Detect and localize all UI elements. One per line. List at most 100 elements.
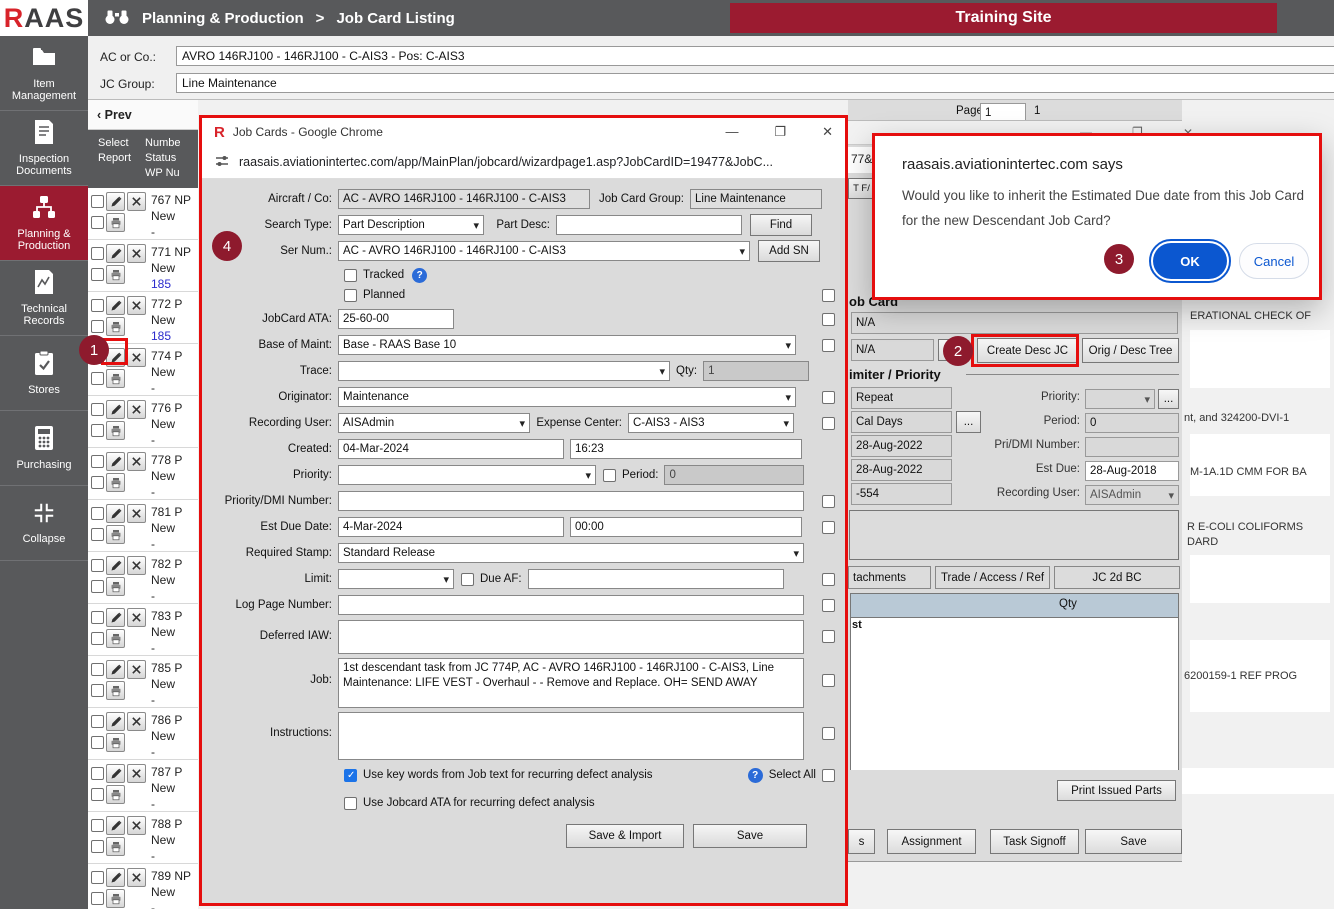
row-print-checkbox[interactable]	[91, 580, 104, 593]
row-number[interactable]: 778 P	[151, 452, 182, 468]
sidebar-item-collapse[interactable]: Collapse	[0, 486, 88, 561]
print-icon-button[interactable]	[106, 213, 125, 232]
row-print-checkbox[interactable]	[91, 788, 104, 801]
bg-clipped-button[interactable]: s	[848, 829, 875, 854]
planned-checkbox[interactable]	[344, 289, 357, 302]
delete-icon-button[interactable]	[127, 244, 146, 263]
created-time-input[interactable]: 16:23	[570, 439, 802, 459]
row-number[interactable]: 785 P	[151, 660, 182, 676]
row-print-checkbox[interactable]	[91, 372, 104, 385]
row-number[interactable]: 772 P	[151, 296, 182, 312]
help-icon[interactable]: ?	[748, 768, 763, 783]
print-icon-button[interactable]	[106, 681, 125, 700]
row-wp[interactable]: -	[151, 692, 182, 708]
select-all-checkbox[interactable]	[822, 769, 835, 782]
row-print-checkbox[interactable]	[91, 736, 104, 749]
print-icon-button[interactable]	[106, 265, 125, 284]
jobcard-ata-analysis-checkbox[interactable]	[344, 797, 357, 810]
row-select-checkbox[interactable]	[91, 507, 104, 520]
bg-save-button[interactable]: Save	[1085, 829, 1182, 854]
bg-priority-select[interactable]	[1085, 389, 1155, 409]
row-print-checkbox[interactable]	[91, 476, 104, 489]
sidebar-item-inspection-documents[interactable]: Inspection Documents	[0, 111, 88, 186]
print-icon-button[interactable]	[106, 369, 125, 388]
edit-icon-button[interactable]	[106, 296, 125, 315]
row-print-checkbox[interactable]	[91, 268, 104, 281]
find-button[interactable]: Find	[750, 214, 812, 236]
est-due-inherit-checkbox[interactable]	[822, 521, 835, 534]
delete-icon-button[interactable]	[127, 608, 146, 627]
row-number[interactable]: 782 P	[151, 556, 182, 572]
print-icon-button[interactable]	[106, 785, 125, 804]
delete-icon-button[interactable]	[127, 296, 146, 315]
row-wp[interactable]: 185	[151, 276, 191, 292]
row-select-checkbox[interactable]	[91, 247, 104, 260]
row-number[interactable]: 789 NP	[151, 868, 191, 884]
sidebar-item-stores[interactable]: Stores	[0, 336, 88, 411]
row-select-checkbox[interactable]	[91, 403, 104, 416]
row-print-checkbox[interactable]	[91, 632, 104, 645]
delete-icon-button[interactable]	[127, 764, 146, 783]
required-stamp-select[interactable]: Standard Release	[338, 543, 804, 563]
assignment-button[interactable]: Assignment	[887, 829, 976, 854]
ac-or-co-input[interactable]: AVRO 146RJ100 - 146RJ100 - C-AIS3 - Pos:…	[176, 46, 1334, 66]
row-print-checkbox[interactable]	[91, 528, 104, 541]
keywords-checkbox[interactable]	[344, 769, 357, 782]
jobcard-ata-input[interactable]: 25-60-00	[338, 309, 454, 329]
row-wp[interactable]: -	[151, 588, 182, 604]
priority-checkbox[interactable]	[603, 469, 616, 482]
deferred-iaw-textarea[interactable]	[338, 620, 804, 654]
created-date-input[interactable]: 04-Mar-2024	[338, 439, 564, 459]
row-print-checkbox[interactable]	[91, 320, 104, 333]
tab-trade-access-ref[interactable]: Trade / Access / Ref	[935, 566, 1050, 589]
row-number[interactable]: 788 P	[151, 816, 182, 832]
est-due-time-input[interactable]: 00:00	[570, 517, 802, 537]
row-select-checkbox[interactable]	[91, 559, 104, 572]
edit-icon-button[interactable]	[106, 868, 125, 887]
close-icon[interactable]: ✕	[822, 124, 833, 140]
limit-checkbox[interactable]	[461, 573, 474, 586]
row-wp[interactable]: -	[151, 796, 182, 812]
instructions-textarea[interactable]	[338, 712, 804, 760]
priority-select[interactable]	[338, 465, 596, 485]
delete-icon-button[interactable]	[127, 660, 146, 679]
log-page-inherit-checkbox[interactable]	[822, 599, 835, 612]
row-select-checkbox[interactable]	[91, 611, 104, 624]
row-number[interactable]: 787 P	[151, 764, 182, 780]
job-inherit-checkbox[interactable]	[822, 674, 835, 687]
edit-icon-button[interactable]	[106, 556, 125, 575]
base-inherit-checkbox[interactable]	[822, 339, 835, 352]
ok-button[interactable]: OK	[1153, 243, 1227, 279]
due-af-inherit-checkbox[interactable]	[822, 573, 835, 586]
row-wp[interactable]: -	[151, 900, 191, 909]
breadcrumb-section[interactable]: Planning & Production	[142, 10, 304, 27]
row-select-checkbox[interactable]	[91, 767, 104, 780]
search-type-select[interactable]: Part Description	[338, 215, 484, 235]
limit-select[interactable]	[338, 569, 454, 589]
print-icon-button[interactable]	[106, 473, 125, 492]
row-number[interactable]: 774 P	[151, 348, 182, 364]
row-number[interactable]: 781 P	[151, 504, 182, 520]
help-icon[interactable]: ?	[412, 268, 427, 283]
task-signoff-button[interactable]: Task Signoff	[990, 829, 1079, 854]
edit-icon-button[interactable]	[106, 712, 125, 731]
row-wp[interactable]: -	[151, 380, 182, 396]
row-number[interactable]: 783 P	[151, 608, 182, 624]
save-button[interactable]: Save	[693, 824, 807, 848]
ser-num-select[interactable]: AC - AVRO 146RJ100 - 146RJ100 - C-AIS3	[338, 241, 750, 261]
edit-icon-button[interactable]	[106, 452, 125, 471]
delete-icon-button[interactable]	[127, 868, 146, 887]
popup-titlebar[interactable]: R Job Cards - Google Chrome — ❐ ✕	[202, 118, 845, 146]
edit-icon-button[interactable]	[106, 816, 125, 835]
job-textarea[interactable]: 1st descendant task from JC 774P, AC - A…	[338, 658, 804, 708]
instructions-inherit-checkbox[interactable]	[822, 727, 835, 740]
row-wp[interactable]: -	[151, 432, 182, 448]
jc-group-select[interactable]: Line Maintenance	[176, 73, 1334, 93]
row-select-checkbox[interactable]	[91, 871, 104, 884]
delete-icon-button[interactable]	[127, 192, 146, 211]
dmi-inherit-checkbox[interactable]	[822, 495, 835, 508]
delete-icon-button[interactable]	[127, 452, 146, 471]
print-icon-button[interactable]	[106, 525, 125, 544]
tracked-checkbox[interactable]	[344, 269, 357, 282]
edit-icon-button[interactable]	[106, 504, 125, 523]
